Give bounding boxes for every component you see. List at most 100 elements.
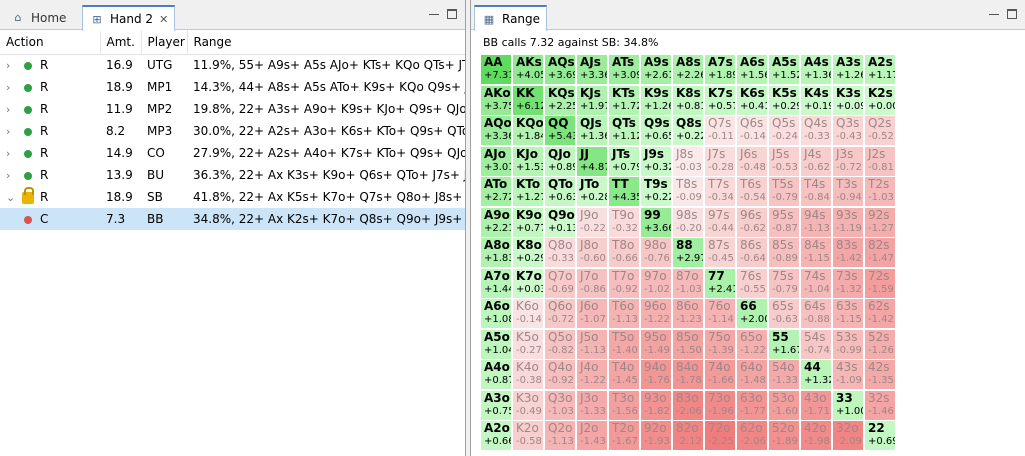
- range-cell[interactable]: TT +4.35: [609, 177, 640, 207]
- range-cell[interactable]: 83s -1.42: [833, 238, 864, 268]
- range-cell[interactable]: AKs +4.05: [513, 55, 544, 85]
- range-cell[interactable]: 94o -1.76: [641, 360, 672, 390]
- range-cell[interactable]: 64o -1.48: [737, 360, 768, 390]
- range-cell[interactable]: Q9o +0.13: [545, 207, 576, 238]
- range-cell[interactable]: T3o -1.56: [609, 390, 640, 421]
- range-cell[interactable]: Q8s +0.22: [673, 116, 704, 146]
- table-row[interactable]: › R 18.9 MP1 14.3%, 44+ A8s+ A5s ATo+ K9s+ K…: [0, 76, 465, 98]
- range-cell[interactable]: 32o -2.09: [833, 421, 864, 451]
- table-row[interactable]: › R 14.9 CO 27.9%, 22+ A2s+ A4o+ K7s+ KTo+ Q…: [0, 142, 465, 164]
- range-cell[interactable]: 62o -2.06: [737, 421, 768, 451]
- range-cell[interactable]: K2s +0.00: [865, 85, 896, 116]
- range-cell[interactable]: K9s +1.26: [641, 85, 672, 116]
- range-cell[interactable]: ATo +2.72: [481, 177, 512, 207]
- range-cell[interactable]: K2o -0.58: [513, 421, 544, 451]
- action-cell[interactable]: ⌄ R: [0, 186, 100, 208]
- range-cell[interactable]: A2o +0.66: [481, 421, 512, 451]
- column-header-amount[interactable]: Amt.: [100, 30, 142, 55]
- range-cell[interactable]: 62s -1.42: [865, 299, 896, 329]
- range-cell[interactable]: A7o +1.44: [481, 268, 512, 299]
- range-cell[interactable]: 95s -0.87: [769, 207, 800, 238]
- range-cell[interactable]: Q3o -1.03: [545, 390, 576, 421]
- column-header-range[interactable]: Range: [187, 30, 465, 55]
- range-cell[interactable]: K4o -0.38: [513, 360, 544, 390]
- range-cell[interactable]: T2o -1.67: [609, 421, 640, 451]
- expand-arrow-icon[interactable]: ›: [6, 59, 20, 72]
- range-cell[interactable]: A3s +1.26: [833, 55, 864, 85]
- range-cell[interactable]: T3s -0.94: [833, 177, 864, 207]
- expand-arrow-icon[interactable]: ›: [6, 125, 20, 138]
- range-cell[interactable]: JJ +4.87: [577, 146, 608, 177]
- range-cell[interactable]: T4s -0.84: [801, 177, 832, 207]
- range-cell[interactable]: 82o -2.12: [673, 421, 704, 451]
- range-cell[interactable]: QQ +5.43: [545, 116, 576, 146]
- action-cell[interactable]: › R: [0, 164, 100, 186]
- range-cell[interactable]: A3o +0.75: [481, 390, 512, 421]
- range-cell[interactable]: 65s -0.63: [769, 299, 800, 329]
- expand-arrow-icon[interactable]: ›: [6, 169, 20, 182]
- range-cell[interactable]: J3o -1.33: [577, 390, 608, 421]
- range-cell[interactable]: QTs +1.12: [609, 116, 640, 146]
- table-row[interactable]: › R 8.2 MP3 30.0%, 22+ A2s+ A3o+ K6s+ KTo+ Q…: [0, 120, 465, 142]
- range-cell[interactable]: A5s +1.52: [769, 55, 800, 85]
- range-cell[interactable]: 52o -1.89: [769, 421, 800, 451]
- range-cell[interactable]: AQs +3.69: [545, 55, 576, 85]
- table-row[interactable]: C 7.3 BB 34.8%, 22+ Ax K2s+ K7o+ Q8s+ Q9o+ …: [0, 208, 465, 230]
- range-cell[interactable]: 22 +0.69: [865, 421, 896, 451]
- range-cell[interactable]: K5o -0.27: [513, 329, 544, 360]
- range-cell[interactable]: 86o -1.23: [673, 299, 704, 329]
- range-cell[interactable]: 53o -1.60: [769, 390, 800, 421]
- range-cell[interactable]: KTs +1.72: [609, 85, 640, 116]
- range-cell[interactable]: A6s +1.56: [737, 55, 768, 85]
- range-cell[interactable]: T2s -1.03: [865, 177, 896, 207]
- range-cell[interactable]: 55 +1.67: [769, 329, 800, 360]
- range-cell[interactable]: KJo +1.53: [513, 146, 544, 177]
- range-cell[interactable]: K3o -0.49: [513, 390, 544, 421]
- tab-range[interactable]: ▦ Range: [474, 5, 548, 31]
- range-cell[interactable]: T7s -0.34: [705, 177, 736, 207]
- action-cell[interactable]: › R: [0, 142, 100, 164]
- range-cell[interactable]: 97o -1.02: [641, 268, 672, 299]
- range-cell[interactable]: J6o -1.07: [577, 299, 608, 329]
- range-cell[interactable]: 86s -0.64: [737, 238, 768, 268]
- minimize-icon[interactable]: [989, 14, 999, 15]
- range-cell[interactable]: 83o -2.06: [673, 390, 704, 421]
- range-cell[interactable]: 75o -1.39: [705, 329, 736, 360]
- range-cell[interactable]: Q2o -1.13: [545, 421, 576, 451]
- range-cell[interactable]: JTo +0.28: [577, 177, 608, 207]
- range-cell[interactable]: 42s -1.35: [865, 360, 896, 390]
- range-cell[interactable]: K7s +0.57: [705, 85, 736, 116]
- range-cell[interactable]: KQo +1.84: [513, 116, 544, 146]
- range-cell[interactable]: 77 +2.41: [705, 268, 736, 299]
- range-cell[interactable]: JTs +0.79: [609, 146, 640, 177]
- range-cell[interactable]: Q4s -0.33: [801, 116, 832, 146]
- table-row[interactable]: › R 13.9 BU 36.3%, 22+ Ax K3s+ K9o+ Q6s+ QTo…: [0, 164, 465, 186]
- range-cell[interactable]: 72s -1.59: [865, 268, 896, 299]
- range-cell[interactable]: K7o +0.03: [513, 268, 544, 299]
- range-cell[interactable]: J9o -0.22: [577, 207, 608, 238]
- range-cell[interactable]: A9o +2.21: [481, 207, 512, 238]
- expand-arrow-icon[interactable]: ›: [6, 147, 20, 160]
- range-cell[interactable]: 93o -1.82: [641, 390, 672, 421]
- range-cell[interactable]: 72o -2.25: [705, 421, 736, 451]
- range-cell[interactable]: Q8o -0.33: [545, 238, 576, 268]
- range-cell[interactable]: 76o -1.14: [705, 299, 736, 329]
- range-cell[interactable]: A8s +2.26: [673, 55, 704, 85]
- range-cell[interactable]: A8o +1.83: [481, 238, 512, 268]
- tab-hand-2[interactable]: ⊞ Hand 2 ✕: [82, 5, 176, 31]
- range-cell[interactable]: J2o -1.43: [577, 421, 608, 451]
- tab-home[interactable]: ⌂ Home: [4, 5, 72, 30]
- range-cell[interactable]: 52s -1.26: [865, 329, 896, 360]
- range-cell[interactable]: 76s -0.55: [737, 268, 768, 299]
- range-cell[interactable]: J8o -0.60: [577, 238, 608, 268]
- range-cell[interactable]: T5o -1.40: [609, 329, 640, 360]
- range-cell[interactable]: J9s +0.32: [641, 146, 672, 177]
- range-cell[interactable]: 87o -1.03: [673, 268, 704, 299]
- range-cell[interactable]: Q3s -0.43: [833, 116, 864, 146]
- range-cell[interactable]: 85o -1.50: [673, 329, 704, 360]
- range-cell[interactable]: Q7s -0.11: [705, 116, 736, 146]
- range-cell[interactable]: K6s +0.41: [737, 85, 768, 116]
- range-cell[interactable]: A7s +1.89: [705, 55, 736, 85]
- range-cell[interactable]: Q5s -0.24: [769, 116, 800, 146]
- range-cell[interactable]: 32s -1.46: [865, 390, 896, 421]
